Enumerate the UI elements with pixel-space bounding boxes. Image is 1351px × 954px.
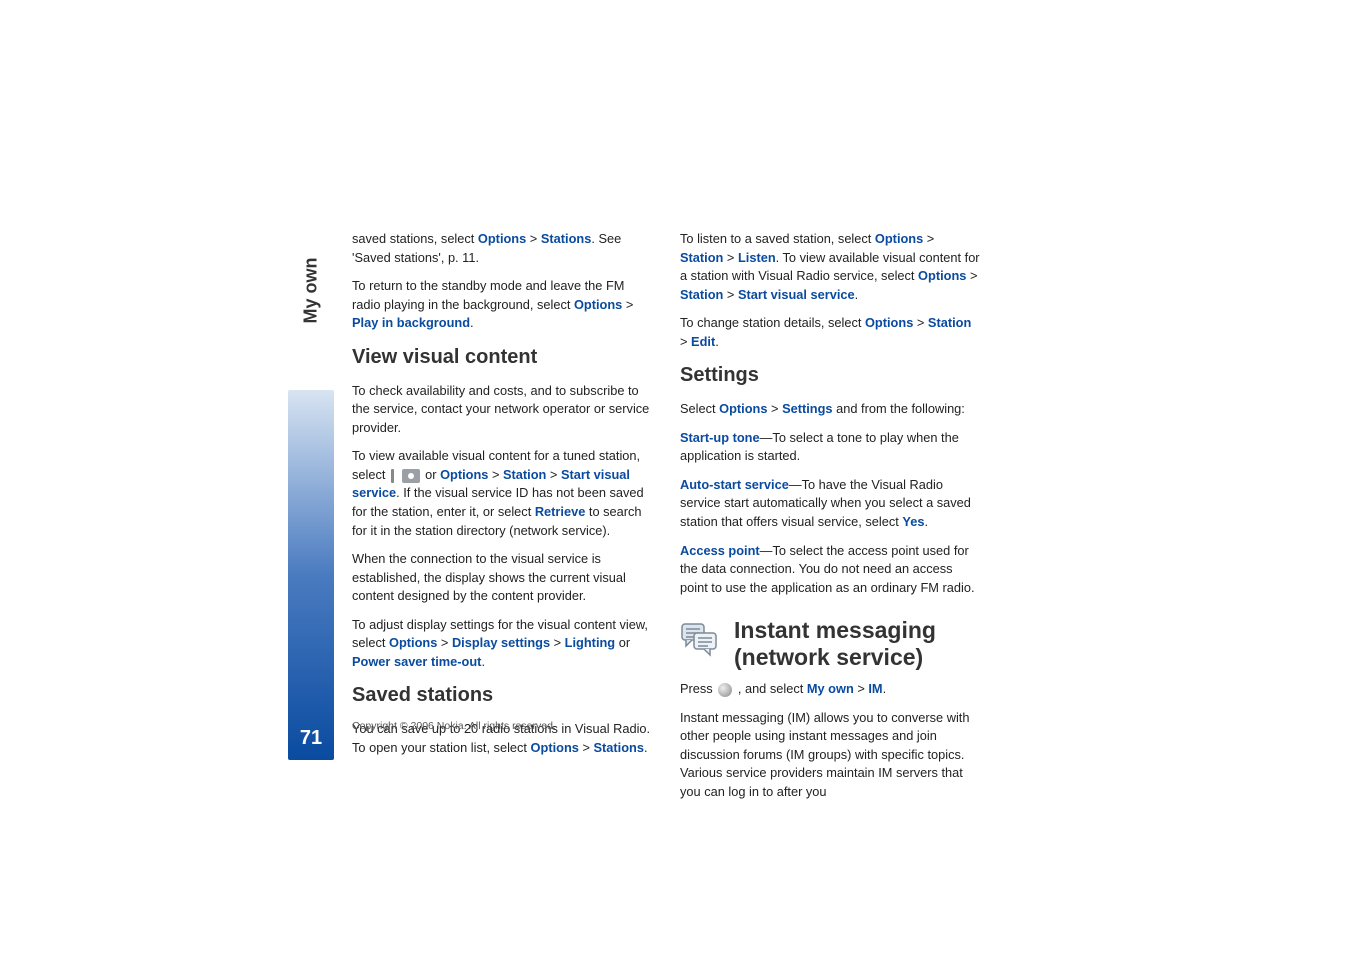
link-start-visual-service[interactable]: Start visual service: [738, 287, 855, 302]
link-yes[interactable]: Yes: [902, 514, 924, 529]
paragraph: Start-up tone—To select a tone to play w…: [680, 429, 980, 466]
section-label: My own: [301, 258, 322, 324]
heading-settings: Settings: [680, 361, 980, 390]
paragraph: Auto-start service—To have the Visual Ra…: [680, 476, 980, 532]
heading-instant-messaging: Instant messaging (network service): [734, 617, 980, 670]
heading-saved-stations: Saved stations: [352, 681, 652, 710]
link-stations[interactable]: Stations: [593, 740, 643, 755]
link-lighting[interactable]: Lighting: [565, 635, 615, 650]
link-options[interactable]: Options: [918, 268, 966, 283]
paragraph: Press , and select My own > IM.: [680, 680, 980, 699]
link-options[interactable]: Options: [389, 635, 437, 650]
paragraph: To adjust display settings for the visua…: [352, 616, 652, 672]
menu-key-icon: [718, 683, 732, 697]
link-options[interactable]: Options: [719, 401, 767, 416]
paragraph: When the connection to the visual servic…: [352, 550, 652, 606]
paragraph: Select Options > Settings and from the f…: [680, 400, 980, 419]
link-retrieve[interactable]: Retrieve: [535, 504, 586, 519]
scroll-bar-icon: [391, 469, 394, 483]
link-options[interactable]: Options: [478, 231, 526, 246]
paragraph: To return to the standby mode and leave …: [352, 277, 652, 333]
link-power-saver-timeout[interactable]: Power saver time-out: [352, 654, 481, 669]
copyright-text: Copyright © 2006 Nokia. All rights reser…: [352, 720, 556, 732]
scroll-key-icon: [402, 469, 420, 483]
link-auto-start-service[interactable]: Auto-start service: [680, 477, 789, 492]
heading-view-visual-content: View visual content: [352, 343, 652, 372]
paragraph: To view available visual content for a t…: [352, 447, 652, 540]
paragraph: Access point—To select the access point …: [680, 542, 980, 598]
paragraph: To check availability and costs, and to …: [352, 382, 652, 438]
link-station[interactable]: Station: [680, 287, 723, 302]
paragraph: To listen to a saved station, select Opt…: [680, 230, 980, 304]
page-number-strip: 71: [288, 390, 334, 760]
link-station[interactable]: Station: [680, 250, 723, 265]
link-options[interactable]: Options: [865, 315, 913, 330]
link-my-own[interactable]: My own: [807, 681, 854, 696]
paragraph: To change station details, select Option…: [680, 314, 980, 351]
link-listen[interactable]: Listen: [738, 250, 776, 265]
paragraph: Instant messaging (IM) allows you to con…: [680, 709, 980, 802]
page-number: 71: [300, 727, 322, 750]
link-stations[interactable]: Stations: [541, 231, 591, 246]
link-options[interactable]: Options: [574, 297, 622, 312]
link-station[interactable]: Station: [928, 315, 971, 330]
link-options[interactable]: Options: [531, 740, 579, 755]
link-start-up-tone[interactable]: Start-up tone: [680, 430, 760, 445]
link-options[interactable]: Options: [875, 231, 923, 246]
right-column: To listen to a saved station, select Opt…: [680, 230, 980, 811]
instant-messaging-icon: [680, 621, 720, 657]
link-settings[interactable]: Settings: [782, 401, 832, 416]
heading-row: Instant messaging (network service): [680, 617, 980, 670]
link-options[interactable]: Options: [440, 467, 488, 482]
paragraph: saved stations, select Options > Station…: [352, 230, 652, 267]
link-station[interactable]: Station: [503, 467, 546, 482]
link-im[interactable]: IM: [868, 681, 882, 696]
link-display-settings[interactable]: Display settings: [452, 635, 550, 650]
link-play-in-background[interactable]: Play in background: [352, 315, 470, 330]
link-access-point[interactable]: Access point: [680, 543, 760, 558]
link-edit[interactable]: Edit: [691, 334, 715, 349]
